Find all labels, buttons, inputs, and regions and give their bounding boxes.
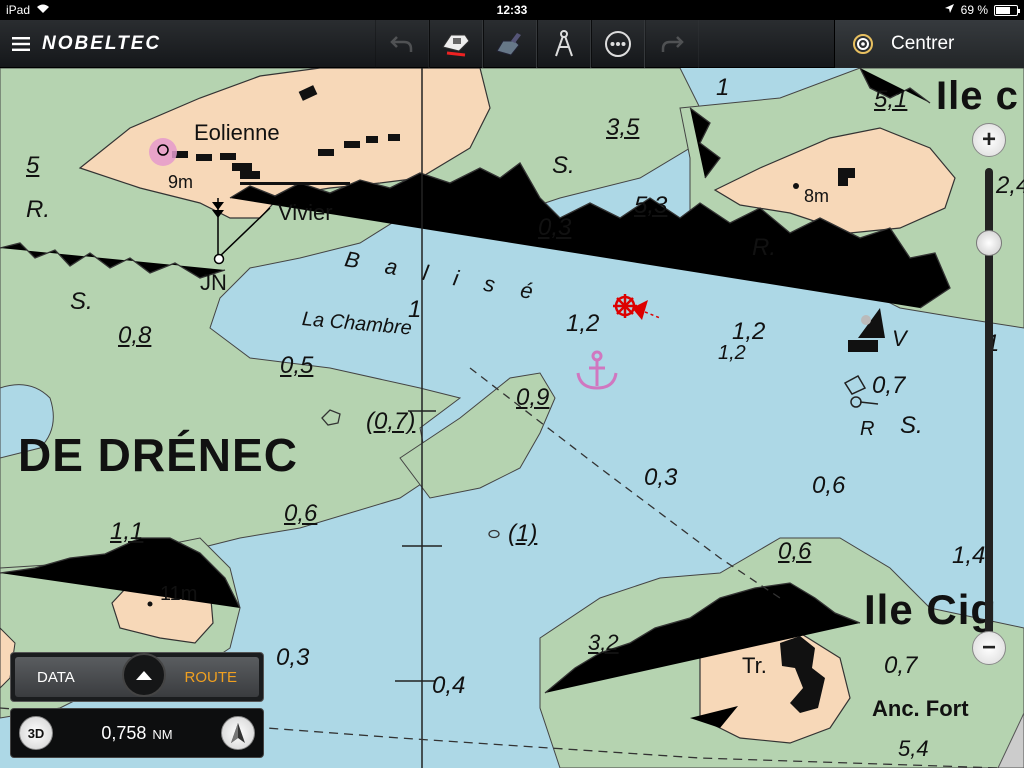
depth-label: 0,4 <box>432 672 466 699</box>
place-label-ile-cig: Ile Cig <box>864 586 998 633</box>
depth-label: 0,6 <box>778 538 812 565</box>
depth-label: 5 <box>26 152 40 179</box>
depth-label: 5,4 <box>898 736 929 761</box>
compass-arrow-icon <box>231 723 245 743</box>
center-label: Centrer <box>891 33 955 54</box>
depth-label: 3,5 <box>606 114 640 141</box>
height-11m: 11m <box>160 583 198 605</box>
depth-label: 1,4 <box>952 542 986 569</box>
autopilot-button[interactable] <box>483 20 537 68</box>
beacon-icon <box>848 308 885 352</box>
top-toolbar: NOBELTEC Centrer <box>0 20 1024 68</box>
3d-label: 3D <box>27 725 45 741</box>
redo-button[interactable] <box>645 20 699 68</box>
target-icon <box>835 33 891 55</box>
route-tab[interactable]: ROUTE <box>185 669 238 686</box>
app-screen: iPad 12:33 69 % NOBELTEC Centrer DE DRÉN… <box>0 0 1024 768</box>
boat-icon <box>442 34 470 57</box>
depth-label: 1 <box>408 296 422 323</box>
feature-v: V <box>892 326 907 351</box>
wifi-icon <box>36 3 50 17</box>
zoom-in-button[interactable]: + <box>972 123 1006 157</box>
feature-eolienne: Eolienne <box>194 120 280 145</box>
data-route-panel: DATA ROUTE <box>10 652 264 702</box>
feature-s: S. <box>900 412 923 439</box>
depth-label: 5,3 <box>634 192 668 219</box>
depth-label: 1 <box>716 74 730 101</box>
depth-label: 5,1 <box>874 86 908 113</box>
depth-label: 1,2 <box>718 342 746 364</box>
vessel-position-icon <box>613 294 661 320</box>
more-icon <box>605 31 631 57</box>
feature-tr: Tr. <box>742 653 767 678</box>
feature-r: R. <box>752 234 776 261</box>
feature-r: R <box>860 418 875 440</box>
eolienne-marker <box>149 138 177 166</box>
height-9m: 9m <box>168 172 194 192</box>
hamburger-menu-icon[interactable] <box>0 20 42 68</box>
boat-mode-button[interactable] <box>429 20 483 68</box>
depth-label: 1,1 <box>110 518 144 545</box>
zoom-slider-knob[interactable] <box>976 230 1002 256</box>
depth-label: 0,3 <box>644 464 678 491</box>
feature-vivier: Vivier <box>278 200 333 225</box>
zoom-out-button[interactable]: − <box>972 631 1006 665</box>
feature-r: R. <box>26 196 50 223</box>
location-arrow-icon <box>944 3 955 17</box>
depth-label: 1,2 <box>566 310 600 337</box>
depth-label: 0,7 <box>872 372 906 399</box>
depth-label: 0,7 <box>884 652 918 679</box>
route-boat-icon <box>496 33 521 56</box>
3d-toggle-button[interactable]: 3D <box>19 716 53 750</box>
feature-s: S. <box>70 288 93 315</box>
distance-value: 0,758 <box>101 722 147 743</box>
depth-label: 0,8 <box>118 322 152 349</box>
depth-label: 0,3 <box>276 644 310 671</box>
clock: 12:33 <box>496 3 528 17</box>
more-options-button[interactable] <box>591 20 645 68</box>
redo-icon <box>661 36 684 52</box>
data-tab[interactable]: DATA <box>37 669 75 686</box>
depth-label: 3,2 <box>588 630 619 655</box>
battery-icon <box>994 4 1020 16</box>
undo-icon <box>390 36 413 52</box>
north-up-button[interactable] <box>221 716 255 750</box>
expand-panel-button[interactable] <box>122 653 166 697</box>
feature-s: S. <box>552 152 575 179</box>
depth-label: 2,4 <box>996 172 1024 199</box>
distance-unit: NM <box>152 726 173 742</box>
chevron-up-icon <box>136 671 152 680</box>
anchor-icon <box>576 350 618 390</box>
depth-label: (0,7) <box>366 408 416 435</box>
depth-label: (1) <box>508 520 538 547</box>
status-bar: iPad 12:33 69 % <box>0 0 1024 20</box>
app-logo: NOBELTEC <box>42 32 162 54</box>
place-label-drenec: DE DRÉNEC <box>18 429 298 481</box>
depth-label: 0,6 <box>284 500 318 527</box>
distance-readout: 0,758 NM <box>53 723 221 744</box>
feature-anc-fort: Anc. Fort <box>872 696 969 721</box>
compass-divider-icon <box>555 30 573 57</box>
feature-jn: JN <box>200 270 227 295</box>
center-button[interactable]: Centrer <box>834 20 1024 68</box>
depth-label: 0,9 <box>516 384 550 411</box>
depth-label: 0,6 <box>812 472 846 499</box>
navigation-bar: 3D 0,758 NM <box>10 708 264 758</box>
depth-label: 0,3 <box>538 214 572 241</box>
battery-percent: 69 % <box>960 3 988 17</box>
device-label: iPad <box>6 3 31 17</box>
depth-label: 0,5 <box>280 352 314 379</box>
place-label-ile-top: Ile c <box>936 74 1019 118</box>
measure-button[interactable] <box>537 20 591 68</box>
undo-button[interactable] <box>375 20 429 68</box>
height-8m: 8m <box>804 186 830 206</box>
